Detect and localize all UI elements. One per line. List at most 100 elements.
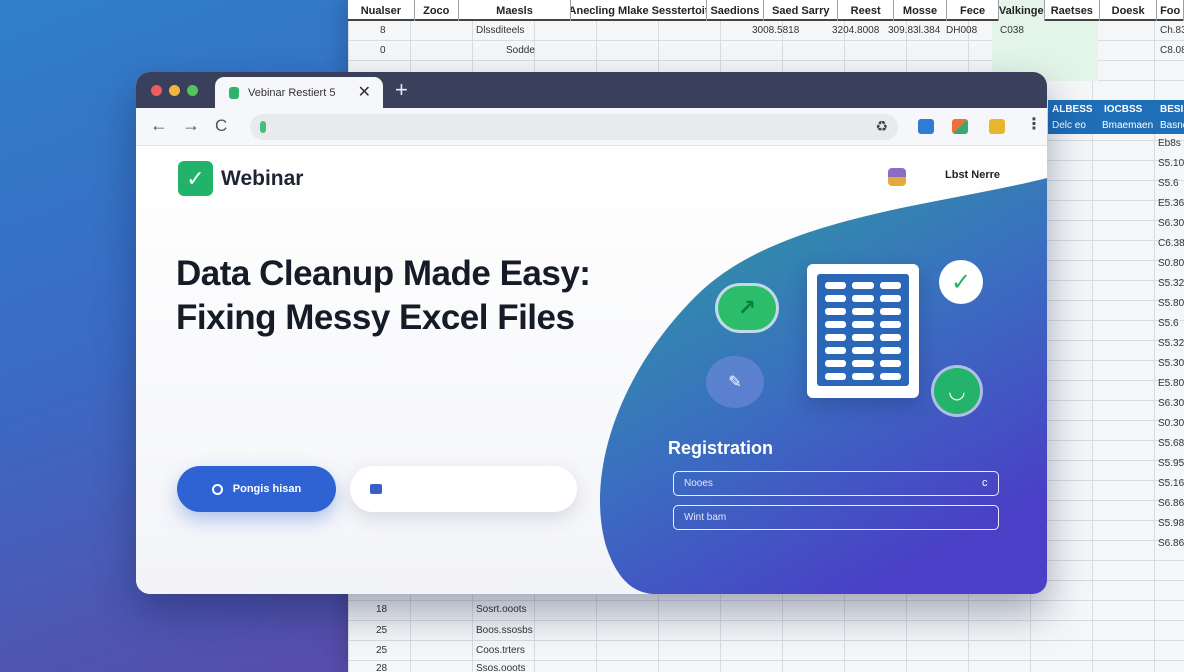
sheet-band-label: Bmaemaen xyxy=(1102,120,1154,131)
sheet-cell: C038 xyxy=(1000,25,1024,36)
address-bar[interactable]: ♻ xyxy=(250,114,898,140)
sheet-cell: Eb8s xyxy=(1158,138,1181,149)
sheet-row: 0 Sodde C8.08 xyxy=(348,41,1184,61)
sheet-cell: S5.68 xyxy=(1158,438,1184,449)
user-name[interactable]: Lbst Nerre xyxy=(945,169,1000,181)
webinar-logo-icon[interactable]: ✓ xyxy=(178,161,213,196)
address-bar-extension-icon[interactable]: ♻ xyxy=(875,118,888,135)
sheet-header-cell: Doesk xyxy=(1100,0,1158,21)
brand-name[interactable]: Webinar xyxy=(221,167,303,191)
registration-second-field[interactable] xyxy=(673,505,999,530)
sheet-right-column: Eb8s S5.10 S5.6 E5.36 S6.30 C6.38 S0.80 S5.32 S5… xyxy=(1158,134,1184,554)
secure-lock-icon xyxy=(260,121,266,133)
sheet-cell: Coos.trters xyxy=(476,645,525,656)
sheet-cell: 18 xyxy=(376,604,388,615)
extension-blue-icon[interactable] xyxy=(918,119,934,134)
sheet-cell: C8.08 xyxy=(1160,45,1184,56)
window-minimize-dot[interactable] xyxy=(169,85,180,96)
sheet-cell: 8 xyxy=(380,25,386,36)
sheet-header-cell: Mosse xyxy=(894,0,948,21)
sheet-cell: 28 xyxy=(376,663,388,672)
sheet-cell: Sosrt.ooots xyxy=(476,604,527,615)
sheet-cell: 3008.5818 xyxy=(752,25,800,36)
edit-badge-icon: ✎ xyxy=(706,356,764,408)
sheet-header-cell: Valkinge xyxy=(998,0,1045,21)
sheet-header-cell: Foo xyxy=(1157,0,1184,21)
sheet-row: 25 Boos.ssosbs xyxy=(348,621,1184,641)
sheet-cell: DH008 xyxy=(946,25,978,36)
sheet-cell: S6.30 xyxy=(1158,398,1184,409)
browser-tab[interactable]: Vebinar Restiert 5 ✕ xyxy=(215,77,383,108)
sheet-band-label: Delc eo xyxy=(1052,120,1086,131)
sheet-cell: 0 xyxy=(380,45,386,56)
spreadsheet-document-body xyxy=(817,274,909,386)
sheet-band-label: Basno xyxy=(1160,120,1184,131)
sheet-cell: 25 xyxy=(376,645,388,656)
browser-toolbar: ← → C ♻ ⋮ xyxy=(136,108,1047,146)
window-maximize-dot[interactable] xyxy=(187,85,198,96)
sheet-band-label: IOCBSS xyxy=(1104,104,1143,115)
new-tab-icon[interactable]: + xyxy=(395,79,408,101)
forward-arrow-icon[interactable]: → xyxy=(182,116,200,134)
sheet-cell: S5.32 xyxy=(1158,278,1184,289)
tab-close-icon[interactable]: ✕ xyxy=(358,84,371,101)
headline-line-1: Data Cleanup Made Easy: xyxy=(176,254,591,293)
name-field-icon: c xyxy=(982,477,988,489)
sheet-header-cell: Saedions xyxy=(707,0,765,21)
sheet-row: 8 Dlssditeels 3008.5818 3204.8008 309.83… xyxy=(348,21,1184,41)
user-avatar-icon[interactable] xyxy=(888,168,906,186)
sheet-cell: S5.80 xyxy=(1158,298,1184,309)
sheet-cell: S6.86 xyxy=(1158,498,1184,509)
sheet-cell: S6.30 xyxy=(1158,218,1184,229)
tab-title: Vebinar Restiert 5 xyxy=(248,86,336,99)
sheet-cell: S0.30 xyxy=(1158,418,1184,429)
tab-favicon-icon xyxy=(229,86,239,99)
sheet-cell: 3204.8008 xyxy=(832,25,880,36)
sheet-cell: S5.30 xyxy=(1158,358,1184,369)
sheet-header-cell: Raetses xyxy=(1045,0,1101,21)
registration-name-field[interactable] xyxy=(673,471,999,496)
sheet-header-cell: Saed Sarry xyxy=(764,0,839,21)
sheet-cell: 309.83l.384 xyxy=(888,25,941,36)
sheet-cell: S5.98 xyxy=(1158,518,1184,529)
sheet-cell: S5.16 xyxy=(1158,478,1184,489)
sheet-header-cell: Zoco xyxy=(415,0,459,21)
sheet-cell: Ch.83 xyxy=(1160,25,1184,36)
sheet-band-label: ALBESS xyxy=(1052,104,1093,115)
register-now-button[interactable]: Pongis hisan xyxy=(177,466,336,512)
window-close-dot[interactable] xyxy=(151,85,162,96)
sheet-cell: Boos.ssosbs xyxy=(476,625,533,636)
secondary-button[interactable] xyxy=(350,466,577,512)
sheet-cell: C6.38 xyxy=(1158,238,1184,249)
sheet-cell: E5.36 xyxy=(1158,198,1184,209)
back-arrow-icon[interactable]: ← xyxy=(150,116,168,134)
calendar-icon xyxy=(370,484,382,494)
registration-title: Registration xyxy=(668,438,774,458)
extension-yellow-icon[interactable] xyxy=(989,119,1005,134)
sheet-cell: S5.6 xyxy=(1158,178,1179,189)
sheet-cell: S5.6 xyxy=(1158,318,1179,329)
browser-menu-icon[interactable]: ⋮ xyxy=(1026,117,1042,133)
sheet-band-label: BESI xyxy=(1160,104,1184,115)
sheet-header-cell: Fece xyxy=(947,0,999,21)
sheet-cell: S0.80 xyxy=(1158,258,1184,269)
webinar-page: ✓ Webinar Lbst Nerre Data Cleanup Made E… xyxy=(136,146,1047,594)
sheet-cell: S6.86 xyxy=(1158,538,1184,549)
sheet-cell: Sodde xyxy=(506,45,535,56)
sheet-header-row: Nualser Zoco Maesls Anecling Mlake Sesstert… xyxy=(348,0,1184,21)
circle-icon xyxy=(211,483,223,495)
page-headline: Data Cleanup Made Easy: Fixing Messy Exc… xyxy=(176,252,636,340)
register-now-label: Pongis hisan xyxy=(232,483,302,495)
extension-color-icon[interactable] xyxy=(952,119,968,134)
sheet-cell: 25 xyxy=(376,625,388,636)
sheet-header-cell: Reest xyxy=(838,0,894,21)
smile-badge-icon: ◡ xyxy=(934,368,980,414)
spreadsheet-document-icon xyxy=(807,264,919,398)
trend-chart-badge-icon: ↗ xyxy=(718,286,776,330)
sheet-header-cell: Anecling Mlake Sesstertoit xyxy=(571,0,707,21)
sheet-row: 28 Ssos.ooots xyxy=(348,659,1184,672)
browser-window: Vebinar Restiert 5 ✕ + ← → C ♻ ⋮ ✓ Webin… xyxy=(136,72,1047,594)
browser-titlebar: Vebinar Restiert 5 ✕ + xyxy=(136,72,1047,108)
sheet-blue-header-band: ALBESS IOCBSS BESI Delc eo Bmaemaen Basn… xyxy=(1048,100,1184,134)
reload-icon[interactable]: C xyxy=(215,117,227,134)
